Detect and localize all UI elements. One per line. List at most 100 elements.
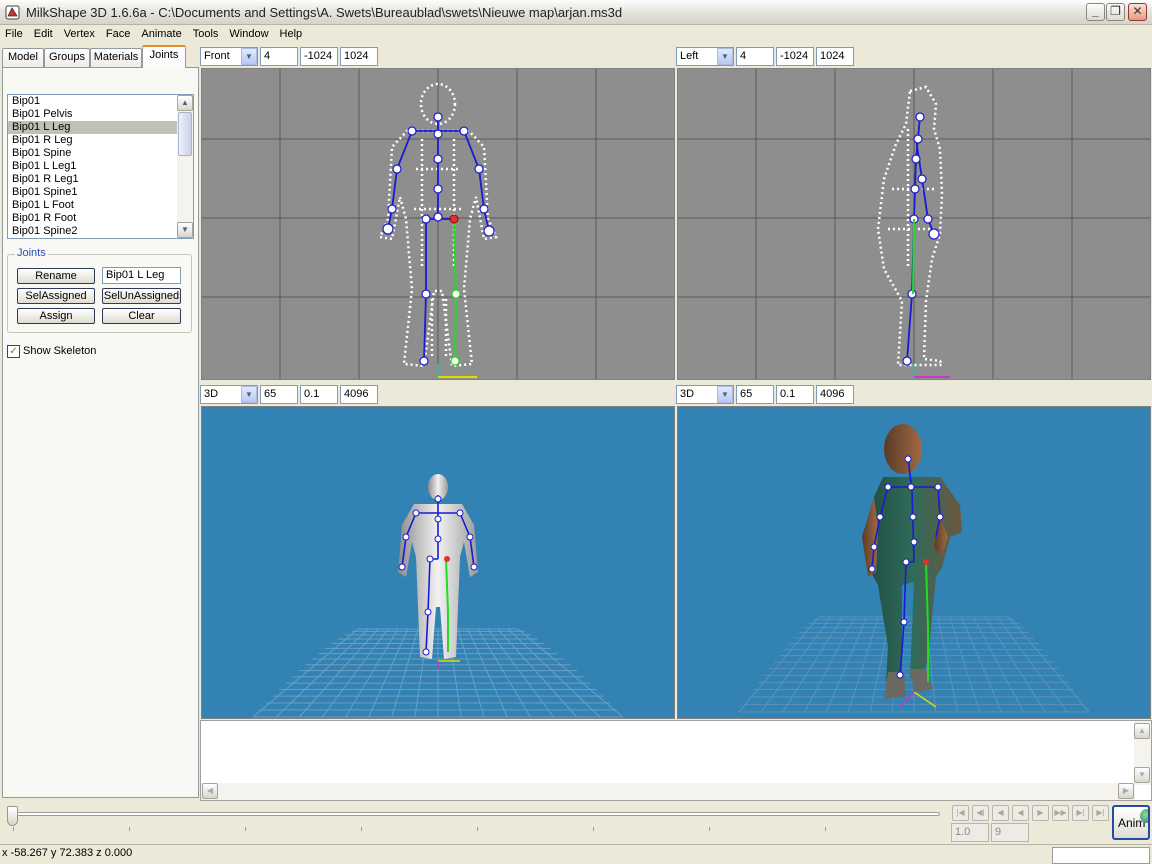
tab-materials[interactable]: Materials: [90, 48, 142, 67]
prev-key-icon[interactable]: ◀|: [972, 805, 989, 821]
joint-list[interactable]: Bip01 Bip01 Pelvis Bip01 L Leg Bip01 R Leg B…: [7, 94, 194, 239]
joint-list-item[interactable]: Bip01 Spine: [8, 147, 178, 160]
status-bar: x -58.267 y 72.383 z 0.000: [0, 844, 1152, 864]
side-panel: Model Groups Materials Joints Bip01 Bip01…: [0, 45, 200, 800]
step-back-icon[interactable]: ◀: [992, 805, 1009, 821]
left-max-field[interactable]: 1024: [816, 47, 854, 66]
menu-tools[interactable]: Tools: [188, 25, 225, 40]
bl-view-select[interactable]: 3D ▼: [200, 385, 258, 404]
globe-icon: [1140, 809, 1148, 823]
joint-list-item[interactable]: Bip01 Spine2: [8, 225, 178, 238]
joint-list-item[interactable]: Bip01 L Foot: [8, 199, 178, 212]
joint-list-item[interactable]: Bip01: [8, 95, 178, 108]
total-frames-field[interactable]: 9: [991, 823, 1029, 842]
left-view-select[interactable]: Left ▼: [676, 47, 734, 66]
scroll-left-icon[interactable]: ◀: [202, 783, 218, 799]
rename-button[interactable]: Rename: [17, 268, 95, 284]
scroll-thumb[interactable]: [178, 112, 192, 156]
clear-button[interactable]: Clear: [102, 308, 181, 324]
bl-far-field[interactable]: 4096: [340, 385, 378, 404]
side-wireframe-model: [678, 69, 1150, 379]
joints-tab-panel: Bip01 Bip01 Pelvis Bip01 L Leg Bip01 R Leg B…: [2, 67, 199, 798]
3d-viewport-left[interactable]: [201, 406, 675, 719]
menu-window[interactable]: Window: [224, 25, 274, 40]
next-key-icon[interactable]: ▶|: [1072, 805, 1089, 821]
scroll-up-icon[interactable]: ▲: [177, 95, 193, 111]
current-frame-field[interactable]: 1.0: [951, 823, 989, 842]
first-frame-icon[interactable]: |◀: [952, 805, 969, 821]
timeline-tick: [593, 827, 594, 831]
menu-animate[interactable]: Animate: [136, 25, 187, 40]
frame-slider-track[interactable]: [10, 812, 940, 816]
front-viewport[interactable]: [201, 68, 675, 380]
output-horizontal-scrollbar[interactable]: ◀ ▶: [201, 783, 1135, 800]
left-min-field[interactable]: -1024: [776, 47, 814, 66]
front-view-select[interactable]: Front ▼: [200, 47, 258, 66]
chevron-down-icon[interactable]: ▼: [241, 48, 257, 65]
joint-list-item[interactable]: Bip01 Pelvis: [8, 108, 178, 121]
menu-vertex[interactable]: Vertex: [59, 25, 101, 40]
chevron-down-icon[interactable]: ▼: [717, 48, 733, 65]
joint-list-item[interactable]: Bip01 R Leg: [8, 134, 178, 147]
bl-fov-field[interactable]: 65: [260, 385, 298, 404]
play-back-icon[interactable]: ◀: [1012, 805, 1029, 821]
show-skeleton-label: Show Skeleton: [23, 345, 97, 357]
joint-name-field[interactable]: Bip01 L Leg: [102, 267, 181, 284]
br-view-value: 3D: [680, 388, 695, 400]
last-frame-icon[interactable]: ▶|: [1092, 805, 1109, 821]
sel-assigned-button[interactable]: SelAssigned: [17, 288, 95, 304]
br-fov-field[interactable]: 65: [736, 385, 774, 404]
front-view-value: Front: [204, 50, 230, 62]
left-grid-field[interactable]: 4: [736, 47, 774, 66]
fast-forward-icon[interactable]: ▶▶: [1052, 805, 1069, 821]
output-log[interactable]: ▲ ▼ ◀ ▶: [200, 720, 1152, 801]
title-bar: MilkShape 3D 1.6.6a - C:\Documents and S…: [0, 0, 1152, 25]
menu-face[interactable]: Face: [101, 25, 136, 40]
front-max-field[interactable]: 1024: [340, 47, 378, 66]
3d-viewport-right[interactable]: [677, 406, 1151, 719]
maximize-button[interactable]: ❐: [1106, 3, 1125, 21]
joint-list-item[interactable]: Bip01 L Leg1: [8, 160, 178, 173]
left-viewport-toolbar: Left ▼ 4 -1024 1024: [676, 45, 1152, 67]
cursor-coordinates: x -58.267 y 72.383 z 0.000: [2, 847, 133, 859]
front-min-field[interactable]: -1024: [300, 47, 338, 66]
frame-slider-thumb[interactable]: [7, 806, 18, 826]
tab-model[interactable]: Model: [2, 48, 44, 67]
minimize-button[interactable]: _: [1086, 3, 1105, 21]
left-viewport[interactable]: [677, 68, 1151, 380]
joint-list-item[interactable]: Bip01 L Leg: [8, 121, 178, 134]
3d-textured-model: [738, 424, 1090, 713]
bl-near-field[interactable]: 0.1: [300, 385, 338, 404]
assign-button[interactable]: Assign: [17, 308, 95, 324]
timeline-tick: [825, 827, 826, 831]
joint-list-item[interactable]: Bip01 Spine1: [8, 186, 178, 199]
scroll-right-icon[interactable]: ▶: [1118, 783, 1134, 799]
menu-file[interactable]: File: [0, 25, 29, 40]
play-icon[interactable]: ▶: [1032, 805, 1049, 821]
br-view-select[interactable]: 3D ▼: [676, 385, 734, 404]
tab-groups[interactable]: Groups: [44, 48, 90, 67]
br-far-field[interactable]: 4096: [816, 385, 854, 404]
output-vertical-scrollbar[interactable]: ▲ ▼: [1134, 721, 1151, 785]
window-title: MilkShape 3D 1.6.6a - C:\Documents and S…: [26, 5, 623, 20]
menu-help[interactable]: Help: [275, 25, 309, 40]
scroll-down-icon[interactable]: ▼: [177, 222, 193, 238]
br-near-field[interactable]: 0.1: [776, 385, 814, 404]
scroll-up-icon[interactable]: ▲: [1134, 723, 1150, 739]
timeline-tick: [245, 827, 246, 831]
scroll-down-icon[interactable]: ▼: [1134, 767, 1150, 783]
joints-group-label: Joints: [15, 247, 48, 259]
chevron-down-icon[interactable]: ▼: [717, 386, 733, 403]
checkbox-check-icon[interactable]: ✓: [7, 345, 20, 358]
joint-list-item[interactable]: Bip01 R Foot: [8, 212, 178, 225]
timeline-tick: [709, 827, 710, 831]
chevron-down-icon[interactable]: ▼: [241, 386, 257, 403]
joint-list-scrollbar[interactable]: ▲ ▼: [177, 95, 193, 238]
menu-edit[interactable]: Edit: [29, 25, 59, 40]
anim-button[interactable]: Anim: [1112, 805, 1150, 840]
tab-joints[interactable]: Joints: [142, 45, 186, 68]
front-grid-field[interactable]: 4: [260, 47, 298, 66]
close-button[interactable]: ✕: [1128, 3, 1147, 21]
sel-unassigned-button[interactable]: SelUnAssigned: [102, 288, 181, 304]
joint-list-item[interactable]: Bip01 R Leg1: [8, 173, 178, 186]
